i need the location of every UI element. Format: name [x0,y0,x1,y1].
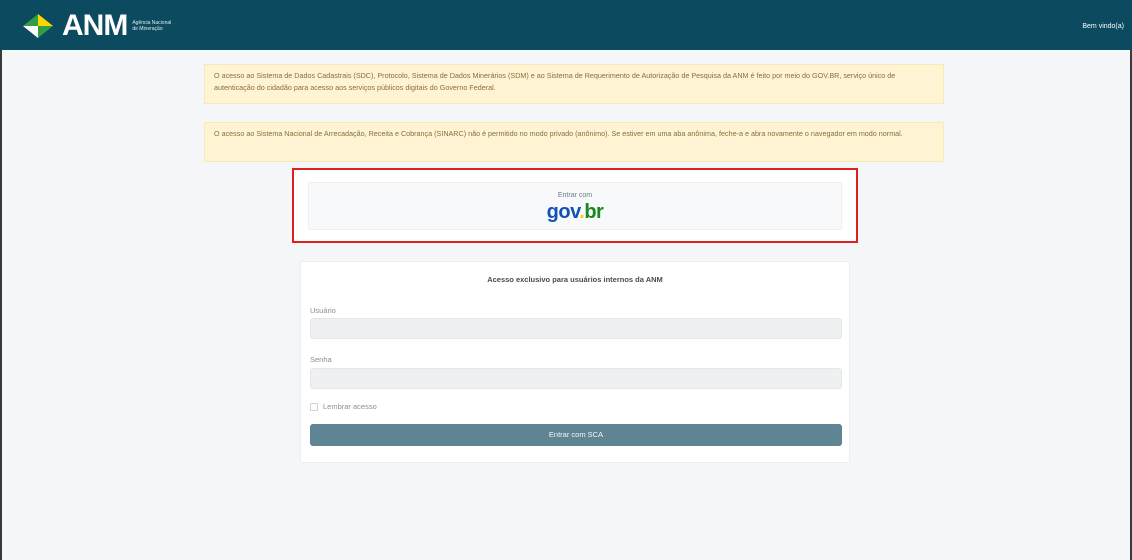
sca-login-button[interactable]: Entrar com SCA [310,424,842,446]
govbr-highlight-box: Entrar com gov.br [292,168,858,243]
top-header: ANM Agência Nacional de Mineração Bem vi… [0,0,1132,50]
internal-login-card: Acesso exclusivo para usuários internos … [300,261,850,463]
password-input[interactable] [310,368,842,389]
brand-subtitle: Agência Nacional de Mineração [132,20,172,32]
username-label: Usuário [310,306,336,315]
govbr-logo-br: br [584,201,604,223]
remember-label: Lembrar acesso [323,402,377,411]
alert-text: O acesso ao Sistema Nacional de Arrecada… [214,129,903,138]
password-label: Senha [310,355,332,364]
govbr-logo-gov: gov [546,201,580,223]
remember-access[interactable]: Lembrar acesso [310,402,377,411]
govbr-logo: gov.br [309,201,841,224]
brand-name: ANM [62,9,128,42]
govbr-login-button[interactable]: Entrar com gov.br [308,182,842,230]
username-input[interactable] [310,318,842,339]
alert-govbr-info: O acesso ao Sistema de Dados Cadastrais … [204,64,944,104]
alert-text: O acesso ao Sistema de Dados Cadastrais … [214,71,896,92]
govbr-label: Entrar com [557,192,593,199]
anm-logo[interactable]: ANM Agência Nacional de Mineração [20,10,172,42]
login-card-title: Acesso exclusivo para usuários internos … [487,275,663,284]
alert-sinarc-private-mode: O acesso ao Sistema Nacional de Arrecada… [204,122,944,162]
remember-checkbox[interactable] [310,402,318,411]
welcome-text[interactable]: Bem vindo(a) [1082,23,1124,30]
anm-diamond-icon [23,14,53,38]
